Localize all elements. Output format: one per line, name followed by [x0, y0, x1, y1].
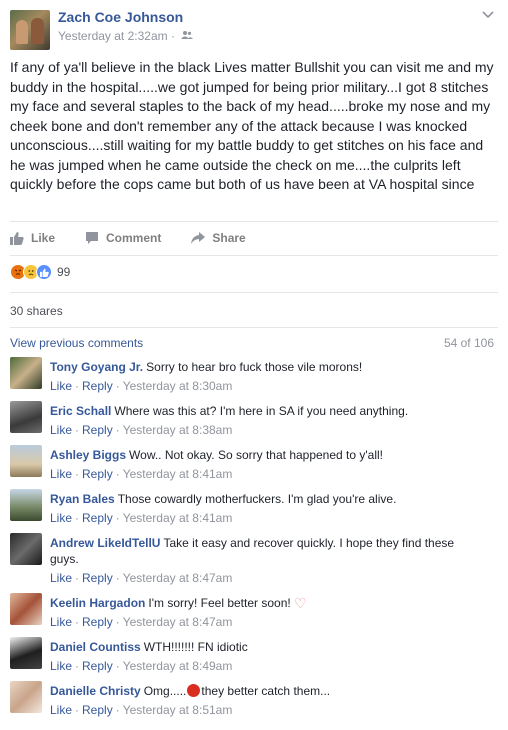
comment-actions: Like · Reply · Yesterday at 8:47am [50, 571, 233, 585]
comment-actions: Like · Reply · Yesterday at 8:30am [50, 379, 233, 393]
comment-text: Sorry to hear bro fuck those vile morons… [146, 360, 363, 374]
comment-like-link[interactable]: Like [50, 379, 72, 393]
comment-icon [85, 231, 99, 245]
comment-like-link[interactable]: Like [50, 571, 72, 585]
heart-emoji-icon: ♡ [294, 595, 307, 611]
author-avatar[interactable] [10, 10, 50, 50]
reaction-count: 99 [57, 265, 71, 279]
like-button[interactable]: Like [10, 231, 55, 245]
comment-text-before: Omg..... [143, 684, 187, 698]
commenter-name[interactable]: Danielle Christy [50, 684, 141, 698]
post-actions: Like Comment Share [10, 228, 276, 248]
share-icon [191, 231, 206, 245]
comment-reply-link[interactable]: Reply [82, 511, 113, 525]
comment-timestamp[interactable]: Yesterday at 8:38am [123, 423, 233, 437]
comment-timestamp[interactable]: Yesterday at 8:41am [123, 511, 233, 525]
comment-like-link[interactable]: Like [50, 423, 72, 437]
reactions-summary[interactable]: 99 [10, 264, 70, 280]
divider [10, 221, 498, 222]
shares-link[interactable]: 30 shares [10, 304, 63, 318]
comment-reply-link[interactable]: Reply [82, 379, 113, 393]
comment-button[interactable]: Comment [85, 231, 161, 245]
comment-actions: Like · Reply · Yesterday at 8:41am [50, 467, 233, 481]
comment-reply-link[interactable]: Reply [82, 571, 113, 585]
commenter-name[interactable]: Daniel Countiss [50, 640, 141, 654]
share-label: Share [212, 231, 246, 245]
commenter-name[interactable]: Keelin Hargadon [50, 596, 145, 610]
comment-text-after: they better catch them... [201, 684, 331, 698]
angry-emoji-icon [187, 684, 201, 697]
divider [10, 327, 498, 328]
commenter-name[interactable]: Ashley Biggs [50, 448, 126, 462]
commenter-name[interactable]: Tony Goyang Jr. [50, 360, 143, 374]
post-header: Zach Coe Johnson Yesterday at 2:32am · [10, 6, 498, 50]
comment-like-link[interactable]: Like [50, 511, 72, 525]
comment-actions: Like · Reply · Yesterday at 8:38am [50, 423, 233, 437]
comment-timestamp[interactable]: Yesterday at 8:30am [123, 379, 233, 393]
share-button[interactable]: Share [191, 231, 246, 245]
divider [10, 255, 498, 256]
comment-actions: Like · Reply · Yesterday at 8:51am [50, 703, 233, 717]
commenter-avatar[interactable] [10, 357, 42, 389]
comment-like-link[interactable]: Like [50, 615, 72, 629]
comment-text: Wow.. Not okay. So sorry that happened t… [129, 448, 384, 462]
comment-reply-link[interactable]: Reply [82, 659, 113, 673]
comment-text: Those cowardly motherfuckers. I'm glad y… [117, 492, 397, 506]
commenter-name[interactable]: Andrew LikeIdTellU [50, 536, 160, 550]
post-body: If any of ya'll believe in the black Liv… [10, 59, 494, 192]
comment-like-link[interactable]: Like [50, 659, 72, 673]
comment-reply-link[interactable]: Reply [82, 467, 113, 481]
commenter-avatar[interactable] [10, 401, 42, 433]
chevron-down-icon[interactable] [482, 8, 494, 22]
commenter-avatar[interactable] [10, 489, 42, 521]
comment-timestamp[interactable]: Yesterday at 8:41am [123, 467, 233, 481]
commenter-name[interactable]: Eric Schall [50, 404, 111, 418]
author-name[interactable]: Zach Coe Johnson [58, 9, 183, 25]
comment-actions: Like · Reply · Yesterday at 8:49am [50, 659, 233, 673]
post-timestamp[interactable]: Yesterday at 2:32am [58, 29, 168, 43]
comment-timestamp[interactable]: Yesterday at 8:49am [123, 659, 233, 673]
friends-icon[interactable] [181, 30, 194, 43]
commenter-avatar[interactable] [10, 593, 42, 625]
comment-text: I'm sorry! Feel better soon! [148, 596, 291, 610]
commenter-avatar[interactable] [10, 681, 42, 713]
view-previous-comments-link[interactable]: View previous comments [10, 336, 143, 350]
commenter-avatar[interactable] [10, 637, 42, 669]
comment-like-link[interactable]: Like [50, 467, 72, 481]
comment-text: WTH!!!!!!! FN idiotic [143, 640, 248, 654]
comment-actions: Like · Reply · Yesterday at 8:47am [50, 615, 233, 629]
comment-timestamp[interactable]: Yesterday at 8:47am [123, 615, 233, 629]
comment-label: Comment [106, 231, 162, 245]
comment-actions: Like · Reply · Yesterday at 8:41am [50, 511, 233, 525]
comment-text: Where was this at? I'm here in SA if you… [114, 404, 409, 418]
comment-reply-link[interactable]: Reply [82, 703, 113, 717]
post-meta: Yesterday at 2:32am · [58, 29, 194, 43]
like-reaction-icon [36, 264, 52, 280]
thumbs-up-icon [10, 231, 24, 245]
commenter-avatar[interactable] [10, 533, 42, 565]
comment-count: 54 of 106 [443, 336, 494, 350]
comment-timestamp[interactable]: Yesterday at 8:47am [123, 571, 233, 585]
like-label: Like [31, 231, 56, 245]
commenter-name[interactable]: Ryan Bales [50, 492, 115, 506]
comment-reply-link[interactable]: Reply [82, 423, 113, 437]
comment-like-link[interactable]: Like [50, 703, 72, 717]
divider [10, 292, 498, 293]
comment-timestamp[interactable]: Yesterday at 8:51am [123, 703, 233, 717]
commenter-avatar[interactable] [10, 445, 42, 477]
comment-reply-link[interactable]: Reply [82, 615, 113, 629]
